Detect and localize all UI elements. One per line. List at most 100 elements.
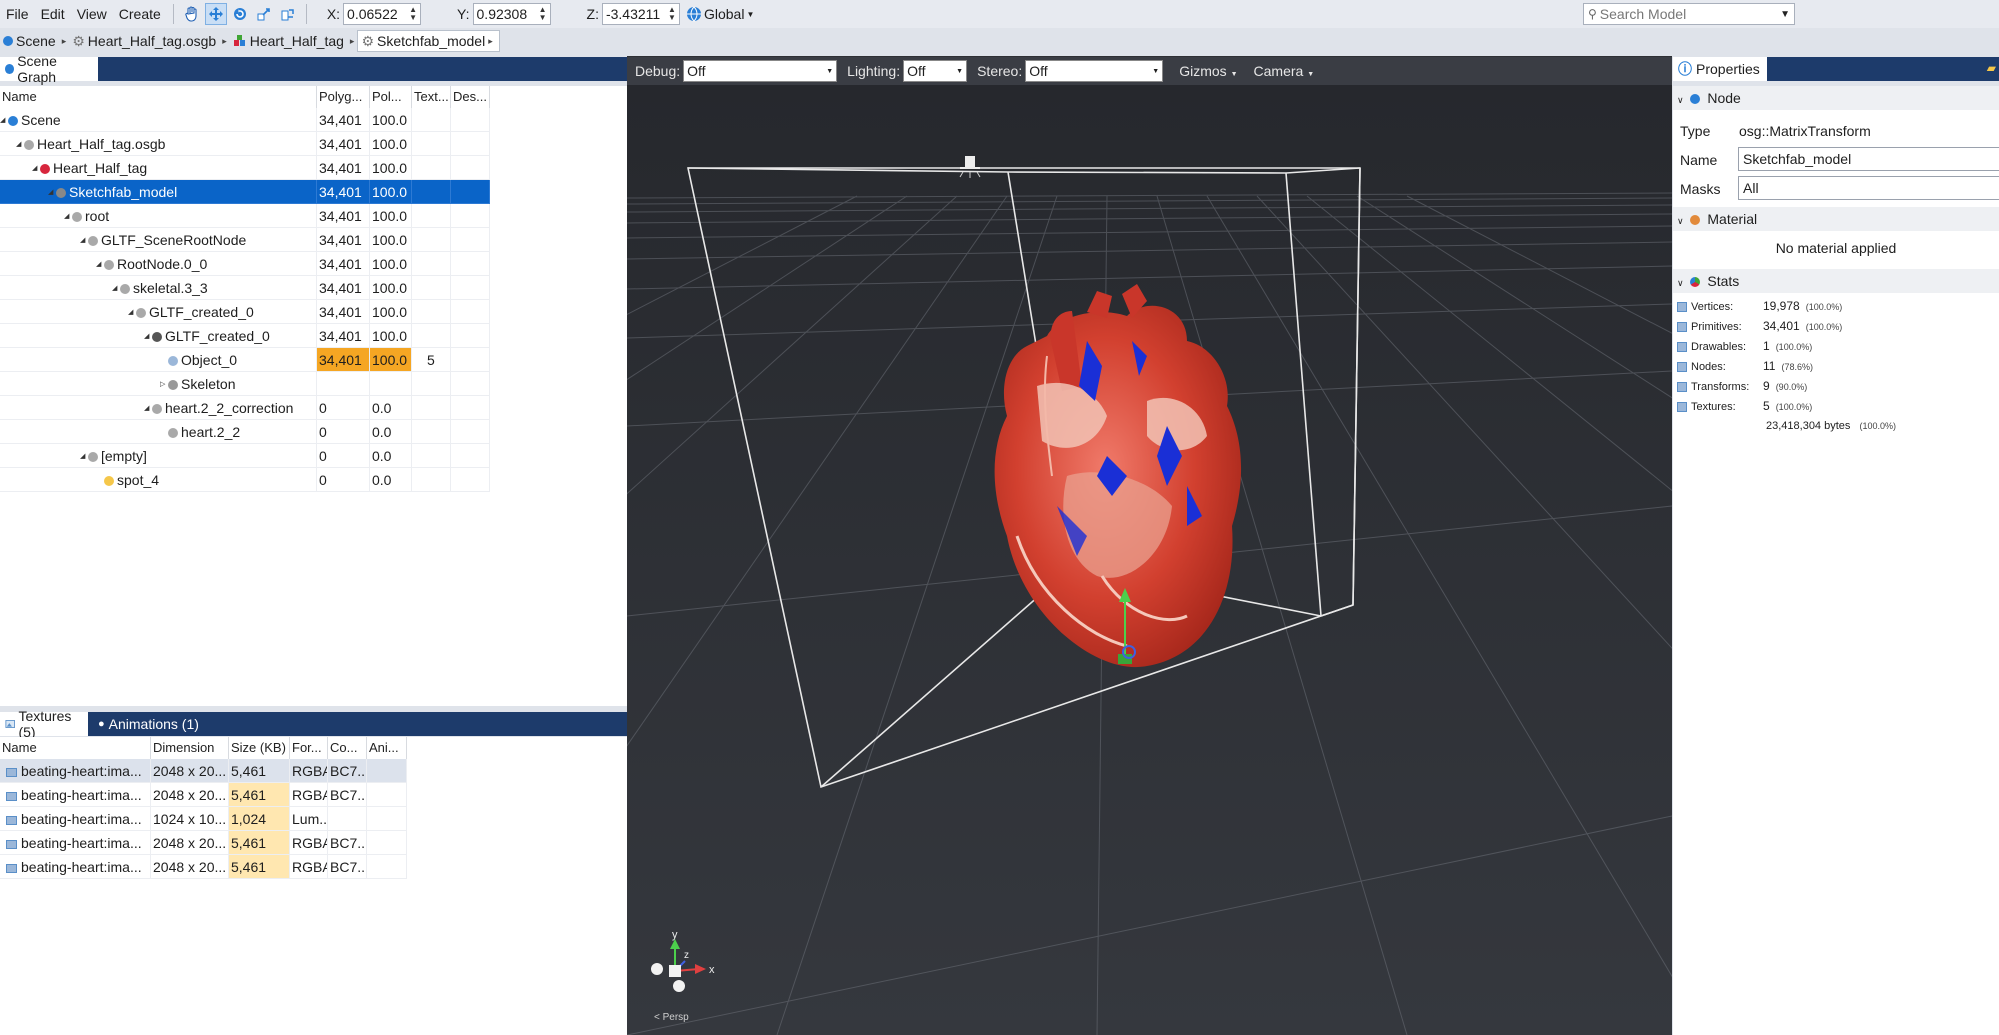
camera-menu[interactable]: Camera ▼ xyxy=(1254,63,1315,79)
scene-tree-row[interactable]: ◢ [empty] 0 0.0 xyxy=(0,444,490,468)
texture-name-cell[interactable]: beating-heart:ima... xyxy=(0,807,151,831)
expand-toggle-icon[interactable]: ◢ xyxy=(144,325,152,347)
column-header-compression[interactable]: Co... xyxy=(328,737,367,759)
stereo-select[interactable]: Off ▼ xyxy=(1025,60,1164,82)
texture-row[interactable]: beating-heart:ima... 1024 x 10... 1,024 Lum… xyxy=(0,807,407,831)
texture-name-cell[interactable]: beating-heart:ima... xyxy=(0,831,151,855)
scene-tree-row[interactable]: ◢ Sketchfab_model 34,401 100.0 xyxy=(0,180,490,204)
x-coordinate-input[interactable]: 0.06522 ▲ ▼ xyxy=(343,3,422,25)
tab-animations[interactable]: ● Animations (1) xyxy=(93,712,209,736)
node-section-header[interactable]: ∨ Node xyxy=(1673,86,1999,110)
scene-tree-row[interactable]: ◢ Heart_Half_tag.osgb 34,401 100.0 xyxy=(0,132,490,156)
row-name-cell[interactable]: ◢ Heart_Half_tag xyxy=(0,156,317,180)
expand-toggle-icon[interactable]: ◢ xyxy=(96,253,104,275)
breadcrumb-current[interactable]: ⚙ Sketchfab_model ▸ xyxy=(357,30,500,52)
row-name-cell[interactable]: ▷ Skeleton xyxy=(0,372,317,396)
expand-toggle-icon[interactable]: ◢ xyxy=(128,301,136,323)
column-header-name[interactable]: Name xyxy=(0,737,151,759)
select-tool-button[interactable] xyxy=(181,3,203,25)
expand-toggle-icon[interactable]: ◢ xyxy=(80,229,88,251)
expand-toggle-icon[interactable]: ◢ xyxy=(16,133,24,155)
menu-edit[interactable]: Edit xyxy=(35,6,71,22)
row-name-cell[interactable]: ◢ Heart_Half_tag.osgb xyxy=(0,132,317,156)
column-header-percent[interactable]: Pol... xyxy=(370,86,412,108)
masks-field[interactable]: All xyxy=(1738,176,1999,200)
menu-view[interactable]: View xyxy=(71,6,113,22)
chevron-down-icon[interactable]: ▼ xyxy=(1780,9,1790,20)
row-name-cell[interactable]: Object_0 xyxy=(0,348,317,372)
column-header-name[interactable]: Name xyxy=(0,86,317,108)
tab-scene-graph[interactable]: Scene Graph xyxy=(0,53,98,85)
debug-select[interactable]: Off ▼ xyxy=(683,60,838,82)
tab-properties[interactable]: ⓘ Properties xyxy=(1673,57,1767,81)
column-header-description[interactable]: Des... xyxy=(451,86,490,108)
spinner-arrows-icon[interactable]: ▲ ▼ xyxy=(668,6,676,22)
texture-row[interactable]: beating-heart:ima... 2048 x 20... 5,461 RGB… xyxy=(0,783,407,807)
scene-tree-row[interactable]: ◢ GLTF_created_0 34,401 100.0 xyxy=(0,300,490,324)
viewport-scene[interactable]: y x z < Persp xyxy=(627,56,1672,1035)
texture-row[interactable]: beating-heart:ima... 2048 x 20... 5,461 RGB… xyxy=(0,831,407,855)
tab-textures[interactable]: Textures (5) xyxy=(0,708,88,740)
scene-tree-row[interactable]: ◢ skeletal.3_3 34,401 100.0 xyxy=(0,276,490,300)
scene-tree-row[interactable]: ◢ Heart_Half_tag 34,401 100.0 xyxy=(0,156,490,180)
row-name-cell[interactable]: ◢ GLTF_created_0 xyxy=(0,300,317,324)
scene-tree-row[interactable]: heart.2_2 0 0.0 xyxy=(0,420,490,444)
expand-toggle-icon[interactable]: ◢ xyxy=(48,181,56,203)
expand-toggle-icon[interactable]: ◢ xyxy=(112,277,120,299)
row-name-cell[interactable]: ◢ heart.2_2_correction xyxy=(0,396,317,420)
texture-row[interactable]: beating-heart:ima... 2048 x 20... 5,461 RGB… xyxy=(0,759,407,783)
expand-toggle-icon[interactable]: ◢ xyxy=(32,157,40,179)
scene-tree-row[interactable]: ◢ RootNode.0_0 34,401 100.0 xyxy=(0,252,490,276)
scene-tree-row[interactable]: ◢ root 34,401 100.0 xyxy=(0,204,490,228)
spinner-arrows-icon[interactable]: ▲ ▼ xyxy=(539,6,547,22)
scene-tree-row[interactable]: spot_4 0 0.0 xyxy=(0,468,490,492)
spinner-arrows-icon[interactable]: ▲ ▼ xyxy=(409,6,417,22)
gizmos-menu[interactable]: Gizmos ▼ xyxy=(1179,63,1237,79)
expand-toggle-icon[interactable]: ▷ xyxy=(160,373,168,395)
row-name-cell[interactable]: ◢ [empty] xyxy=(0,444,317,468)
search-model-input[interactable]: ⚲ Search Model ▼ xyxy=(1583,3,1795,25)
menu-file[interactable]: File xyxy=(0,6,35,22)
scene-tree-row[interactable]: ◢ heart.2_2_correction 0 0.0 xyxy=(0,396,490,420)
transform-tool-button[interactable] xyxy=(277,3,299,25)
expand-toggle-icon[interactable]: ◢ xyxy=(144,397,152,419)
texture-name-cell[interactable]: beating-heart:ima... xyxy=(0,855,151,879)
coordinate-space-dropdown[interactable]: Global ▼ xyxy=(686,6,754,22)
row-name-cell[interactable]: ◢ RootNode.0_0 xyxy=(0,252,317,276)
scene-tree-row[interactable]: ▷ Skeleton xyxy=(0,372,490,396)
row-name-cell[interactable]: heart.2_2 xyxy=(0,420,317,444)
row-name-cell[interactable]: ◢ GLTF_SceneRootNode xyxy=(0,228,317,252)
breadcrumb-osgb[interactable]: ⚙ Heart_Half_tag.osgb xyxy=(69,30,219,52)
column-header-format[interactable]: For... xyxy=(290,737,328,759)
lock-icon[interactable]: ▰ xyxy=(1987,61,1996,75)
lighting-select[interactable]: Off ▼ xyxy=(903,60,968,82)
name-field[interactable]: Sketchfab_model xyxy=(1738,147,1999,171)
material-section-header[interactable]: ∨ Material xyxy=(1673,207,1999,231)
expand-toggle-icon[interactable]: ◢ xyxy=(0,109,8,131)
row-name-cell[interactable]: ◢ skeletal.3_3 xyxy=(0,276,317,300)
row-name-cell[interactable]: ◢ Scene xyxy=(0,108,317,132)
z-coordinate-input[interactable]: -3.43211 ▲ ▼ xyxy=(601,3,680,25)
expand-toggle-icon[interactable]: ◢ xyxy=(80,445,88,467)
column-header-dimension[interactable]: Dimension xyxy=(151,737,229,759)
scale-tool-button[interactable] xyxy=(253,3,275,25)
scene-tree-row[interactable]: ◢ Scene 34,401 100.0 xyxy=(0,108,490,132)
breadcrumb-model[interactable]: Heart_Half_tag xyxy=(230,30,347,52)
texture-row[interactable]: beating-heart:ima... 2048 x 20... 5,461 RGB… xyxy=(0,855,407,879)
texture-name-cell[interactable]: beating-heart:ima... xyxy=(0,759,151,783)
scene-tree-row[interactable]: ◢ GLTF_SceneRootNode 34,401 100.0 xyxy=(0,228,490,252)
menu-create[interactable]: Create xyxy=(113,6,167,22)
scene-tree-row[interactable]: ◢ GLTF_created_0 34,401 100.0 xyxy=(0,324,490,348)
column-header-textures[interactable]: Text... xyxy=(412,86,451,108)
row-name-cell[interactable]: ◢ GLTF_created_0 xyxy=(0,324,317,348)
row-name-cell[interactable]: ◢ root xyxy=(0,204,317,228)
rotate-tool-button[interactable] xyxy=(229,3,251,25)
row-name-cell[interactable]: ◢ Sketchfab_model xyxy=(0,180,317,204)
chevron-right-icon[interactable]: ▸ xyxy=(222,36,227,47)
stats-section-header[interactable]: ∨ Stats xyxy=(1673,269,1999,293)
expand-toggle-icon[interactable]: ◢ xyxy=(64,205,72,227)
column-header-size[interactable]: Size (KB) xyxy=(229,737,290,759)
chevron-right-icon[interactable]: ▸ xyxy=(350,36,355,47)
chevron-right-icon[interactable]: ▸ xyxy=(488,36,493,47)
breadcrumb-scene[interactable]: Scene xyxy=(0,30,59,52)
